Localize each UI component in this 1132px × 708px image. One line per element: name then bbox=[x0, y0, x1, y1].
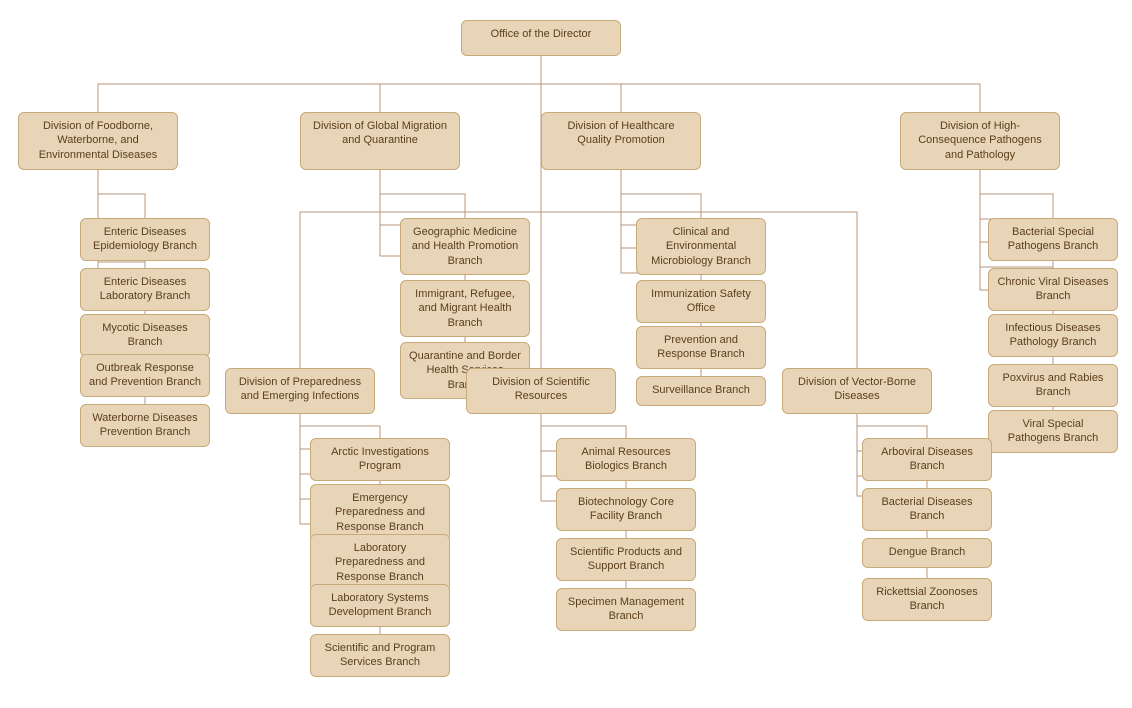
node-rickettsial: Rickettsial Zoonoses Branch bbox=[862, 578, 992, 621]
node-div_healthcare: Division of Healthcare Quality Promotion bbox=[541, 112, 701, 170]
node-div_preparedness: Division of Preparedness and Emerging In… bbox=[225, 368, 375, 414]
node-enteric_epi: Enteric Diseases Epidemiology Branch bbox=[80, 218, 210, 261]
node-director: Office of the Director bbox=[461, 20, 621, 56]
node-waterborne: Waterborne Diseases Prevention Branch bbox=[80, 404, 210, 447]
node-div_foodborne: Division of Foodborne, Waterborne, and E… bbox=[18, 112, 178, 170]
node-bacterial_dis: Bacterial Diseases Branch bbox=[862, 488, 992, 531]
node-dengue: Dengue Branch bbox=[862, 538, 992, 568]
node-bacterial_sp: Bacterial Special Pathogens Branch bbox=[988, 218, 1118, 261]
node-chronic_viral: Chronic Viral Diseases Branch bbox=[988, 268, 1118, 311]
node-immunization: Immunization Safety Office bbox=[636, 280, 766, 323]
node-lab_systems: Laboratory Systems Development Branch bbox=[310, 584, 450, 627]
node-geo_med: Geographic Medicine and Health Promotion… bbox=[400, 218, 530, 275]
node-div_highconseq: Division of High-Consequence Pathogens a… bbox=[900, 112, 1060, 170]
node-div_scientific: Division of Scientific Resources bbox=[466, 368, 616, 414]
node-emergency_prep: Emergency Preparedness and Response Bran… bbox=[310, 484, 450, 541]
node-clinical_env: Clinical and Environmental Microbiology … bbox=[636, 218, 766, 275]
node-outbreak: Outbreak Response and Prevention Branch bbox=[80, 354, 210, 397]
org-chart: Office of the DirectorDivision of Foodbo… bbox=[0, 0, 1132, 50]
node-poxvirus: Poxvirus and Rabies Branch bbox=[988, 364, 1118, 407]
node-prevention_resp: Prevention and Response Branch bbox=[636, 326, 766, 369]
node-biotech: Biotechnology Core Facility Branch bbox=[556, 488, 696, 531]
node-lab_prep: Laboratory Preparedness and Response Bra… bbox=[310, 534, 450, 591]
node-arctic: Arctic Investigations Program bbox=[310, 438, 450, 481]
node-enteric_lab: Enteric Diseases Laboratory Branch bbox=[80, 268, 210, 311]
node-arboviral: Arboviral Diseases Branch bbox=[862, 438, 992, 481]
node-specimen: Specimen Management Branch bbox=[556, 588, 696, 631]
node-immigrant: Immigrant, Refugee, and Migrant Health B… bbox=[400, 280, 530, 337]
node-mycotic: Mycotic Diseases Branch bbox=[80, 314, 210, 357]
node-infectious_path: Infectious Diseases Pathology Branch bbox=[988, 314, 1118, 357]
node-animal_res: Animal Resources Biologics Branch bbox=[556, 438, 696, 481]
node-surveillance: Surveillance Branch bbox=[636, 376, 766, 406]
node-div_global: Division of Global Migration and Quarant… bbox=[300, 112, 460, 170]
node-scientific_prod: Scientific Products and Support Branch bbox=[556, 538, 696, 581]
node-div_vectorborne: Division of Vector-Borne Diseases bbox=[782, 368, 932, 414]
node-viral_sp: Viral Special Pathogens Branch bbox=[988, 410, 1118, 453]
node-scientific_prog: Scientific and Program Services Branch bbox=[310, 634, 450, 677]
